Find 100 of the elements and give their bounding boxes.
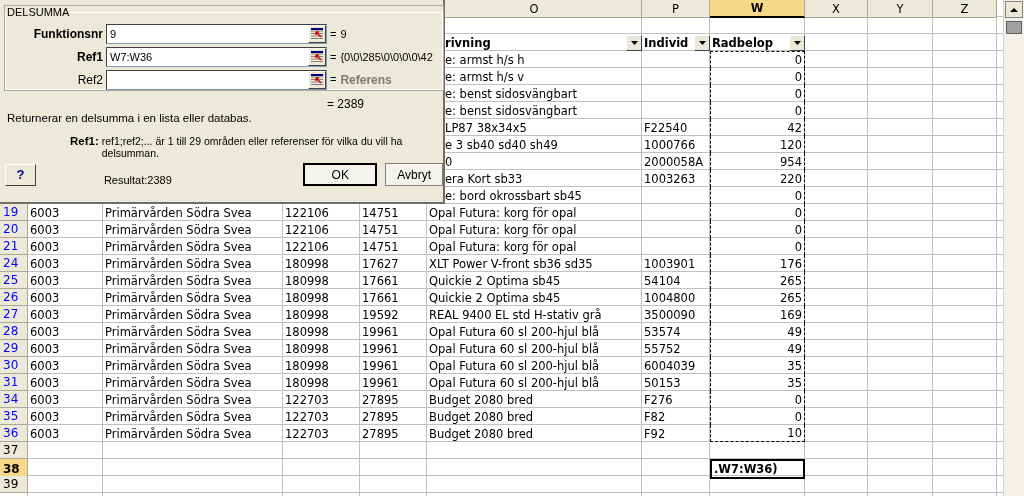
table-cell-text: 19961 (361, 340, 400, 357)
table-cell-text: e: benst sidosvängbart (444, 85, 578, 102)
row-number[interactable]: 39 (0, 476, 28, 493)
scroll-thumb[interactable] (1006, 21, 1022, 34)
row-number[interactable]: 31 (0, 374, 28, 391)
table-cell-text: F82 (643, 408, 667, 425)
table-cell-text: Primärvården Södra Svea (104, 289, 253, 306)
table-cell-text: 19961 (361, 323, 400, 340)
argument-field[interactable] (106, 69, 327, 90)
table-cell-text: 17661 (361, 272, 400, 289)
table-cell-text: Primärvården Södra Svea (104, 221, 253, 238)
column-heading: Individ (644, 34, 689, 51)
argument-label: Ref1 (77, 49, 103, 64)
table-cell-text: 6003 (29, 289, 61, 306)
argument-result: 9 (340, 27, 347, 40)
row-number[interactable]: 34 (0, 391, 28, 408)
table-cell-text: 180998 (284, 323, 330, 340)
filter-dropdown-button[interactable] (626, 34, 642, 51)
table-cell-text: 19961 (361, 374, 400, 391)
column-header[interactable]: P (642, 0, 710, 18)
table-cell: 42 (710, 119, 805, 136)
table-cell-text: 6003 (29, 374, 61, 391)
collapse-dialog-button[interactable] (308, 70, 326, 89)
table-cell-text: Budget 2080 bred (428, 425, 535, 442)
row-number[interactable]: 27 (0, 306, 28, 323)
table-cell-text: Opal Futura 60 sl 200-hjul blå (428, 340, 601, 357)
collapse-dialog-button[interactable] (308, 47, 326, 66)
table-cell-text: 6003 (29, 306, 61, 323)
column-header[interactable]: X (805, 0, 868, 18)
row-number[interactable]: 29 (0, 340, 28, 357)
column-header[interactable]: Z (933, 0, 997, 18)
table-cell-text: 54104 (643, 272, 682, 289)
row-number[interactable]: 26 (0, 289, 28, 306)
column-heading: Radbelop (712, 34, 773, 51)
filter-dropdown-button[interactable] (789, 34, 805, 51)
row-number[interactable]: 38 (0, 459, 28, 479)
row-number[interactable]: 20 (0, 221, 28, 238)
table-cell-text: Quickie 2 Optima sb45 (428, 272, 562, 289)
table-cell-text: Budget 2080 bred (428, 408, 535, 425)
table-cell-text: 14751 (361, 238, 400, 255)
table-cell-text: Opal Futura 60 sl 200-hjul blå (428, 374, 601, 391)
table-cell-text: 180998 (284, 374, 330, 391)
table-cell-text: 180998 (284, 306, 330, 323)
table-cell-text: Primärvården Södra Svea (104, 255, 253, 272)
grid-arrow-icon (311, 28, 323, 39)
table-cell-text: 1004800 (643, 289, 697, 306)
table-cell-text: 2000058A (643, 153, 705, 170)
help-button[interactable]: ? (5, 163, 36, 186)
argument-result: Referens (340, 72, 392, 87)
table-cell-text: Primärvården Södra Svea (104, 408, 253, 425)
table-cell-text: Opal Futura 60 sl 200-hjul blå (428, 323, 601, 340)
table-cell: 169 (710, 306, 805, 323)
group-title: DELSUMMA (6, 6, 71, 18)
argument-result: {0\0\285\0\0\0\0\42 (340, 50, 433, 63)
row-number[interactable]: 35 (0, 408, 28, 425)
argument-field[interactable]: W7:W36 (106, 46, 327, 67)
column-header[interactable]: Y (868, 0, 933, 18)
vertical-scrollbar[interactable] (1003, 0, 1024, 496)
row-number[interactable]: 28 (0, 323, 28, 340)
table-cell-text: Primärvården Södra Svea (104, 306, 253, 323)
table-cell-text: 6003 (29, 238, 61, 255)
table-cell-text: 27895 (361, 391, 400, 408)
column-heading: rivning (445, 34, 491, 51)
table-cell-text: 180998 (284, 340, 330, 357)
table-cell-text: 180998 (284, 289, 330, 306)
dialog-button[interactable]: Avbryt (385, 163, 443, 186)
row-number[interactable]: 37 (0, 442, 28, 459)
collapse-dialog-button[interactable] (308, 24, 326, 43)
row-number[interactable]: 24 (0, 255, 28, 272)
row-number[interactable]: 19 (0, 204, 28, 221)
grid-arrow-icon (311, 74, 323, 85)
row-number[interactable]: 36 (0, 425, 28, 442)
table-cell-text: Primärvården Södra Svea (104, 238, 253, 255)
row-number[interactable]: 21 (0, 238, 28, 255)
table-cell-text: F92 (643, 425, 667, 442)
table-cell-text: 50153 (643, 374, 682, 391)
argument-label: Funktionsnr (33, 26, 103, 41)
column-header[interactable]: W (710, 0, 805, 18)
row-number[interactable]: 25 (0, 272, 28, 289)
table-cell: 35 (710, 374, 805, 391)
argument-field[interactable]: 9 (106, 23, 327, 44)
scroll-up-button[interactable] (1005, 1, 1023, 18)
table-cell-text: XLT Power V-front sb36 sd35 (428, 255, 594, 272)
table-cell-text: 180998 (284, 255, 330, 272)
filter-dropdown-button[interactable] (694, 34, 710, 51)
row-number[interactable]: 30 (0, 357, 28, 374)
table-cell: 265 (710, 289, 805, 306)
table-cell-text: 1003901 (643, 255, 697, 272)
table-cell-text: 6003 (29, 408, 61, 425)
table-cell: 120 (710, 136, 805, 153)
table-cell-text: 180998 (284, 272, 330, 289)
table-cell-text: 6003 (29, 221, 61, 238)
argument-name: Ref1: (70, 135, 99, 149)
table-cell-text: 6003 (29, 255, 61, 272)
active-cell[interactable]: .W7:W36) (710, 459, 805, 479)
dialog-button[interactable]: OK (303, 163, 378, 186)
table-cell-text: 19592 (361, 306, 400, 323)
table-cell-text: 6003 (29, 357, 61, 374)
table-cell-text: 6003 (29, 391, 61, 408)
table-cell-text: 6003 (29, 425, 61, 442)
